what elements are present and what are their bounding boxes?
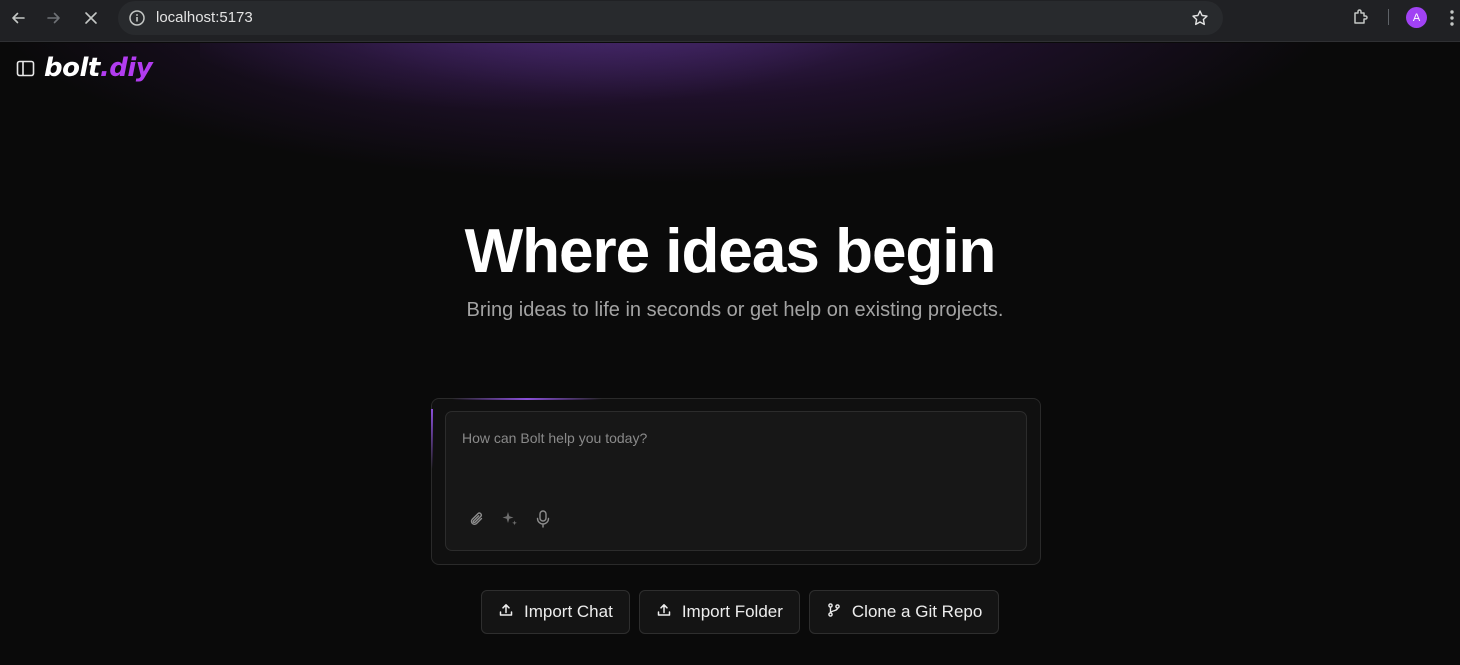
url-text[interactable]: localhost:5173: [156, 9, 253, 26]
avatar-letter: A: [1412, 11, 1421, 24]
chat-input-container: [445, 411, 1027, 551]
import-folder-label: Import Folder: [681, 602, 783, 621]
import-chat-label: Import Chat: [524, 602, 613, 621]
toolbar-divider: [1388, 9, 1389, 25]
prompt-input[interactable]: [462, 430, 1012, 490]
logo-accent-text: .diy: [99, 53, 153, 83]
upload-icon: [656, 602, 672, 623]
info-icon[interactable]: [128, 9, 146, 27]
microphone-icon[interactable]: [532, 508, 554, 530]
page-title: Where ideas begin: [464, 217, 997, 286]
page-subtitle: Bring ideas to life in seconds or get he…: [466, 299, 1004, 321]
quick-actions: Import Chat Import Folder Clone a Git Re…: [481, 590, 1000, 634]
sparkle-icon[interactable]: [499, 508, 521, 530]
background-glow-highlight: [200, 43, 1100, 183]
address-bar[interactable]: localhost:5173: [118, 1, 1223, 35]
back-arrow-icon[interactable]: [7, 7, 29, 29]
browser-toolbar: localhost:5173 A: [0, 0, 1460, 42]
extensions-icon[interactable]: [1351, 7, 1371, 27]
forward-arrow-icon[interactable]: [43, 7, 65, 29]
close-icon[interactable]: [80, 7, 102, 29]
sidebar-toggle-icon[interactable]: [16, 60, 36, 78]
app-page: bolt.diy Where ideas begin Bring ideas t…: [0, 43, 1460, 665]
import-chat-button[interactable]: Import Chat: [481, 590, 630, 634]
app-logo[interactable]: bolt.diy: [44, 53, 153, 83]
paperclip-icon[interactable]: [466, 508, 488, 530]
git-branch-icon: [826, 602, 842, 623]
clone-git-repo-label: Clone a Git Repo: [851, 602, 983, 621]
import-folder-button[interactable]: Import Folder: [638, 590, 800, 634]
logo-main-text: bolt: [44, 53, 100, 83]
clone-git-repo-button[interactable]: Clone a Git Repo: [808, 590, 1000, 634]
kebab-menu-icon[interactable]: [1444, 7, 1460, 29]
upload-icon: [498, 602, 514, 623]
chat-box: [431, 398, 1041, 565]
star-icon[interactable]: [1191, 9, 1209, 27]
profile-avatar[interactable]: A: [1406, 7, 1427, 28]
